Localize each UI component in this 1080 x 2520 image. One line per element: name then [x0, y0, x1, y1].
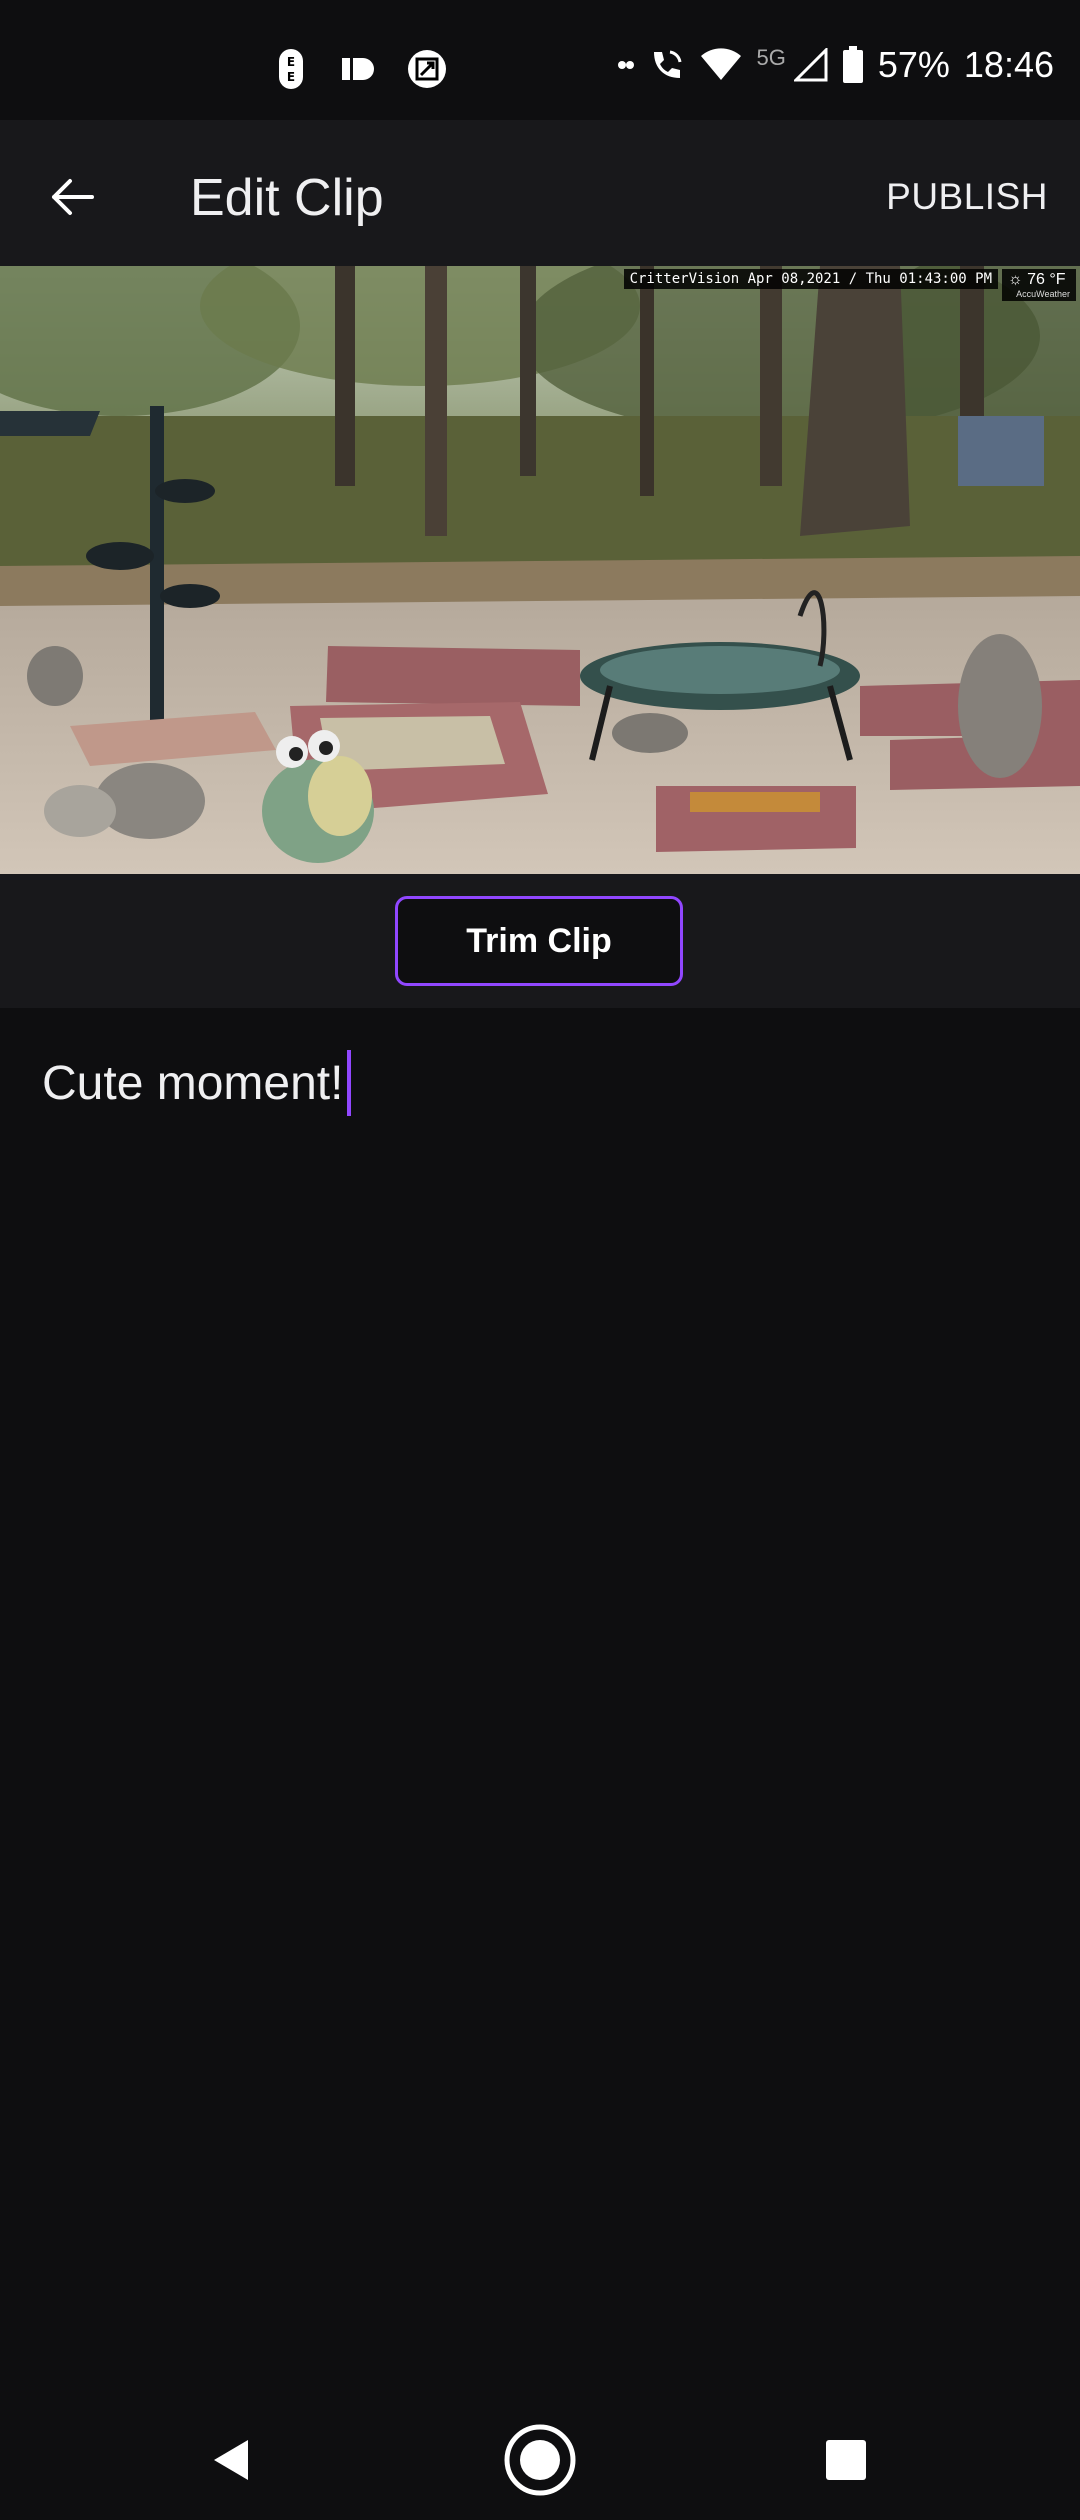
temperature-text: 76 °F [1027, 271, 1066, 288]
svg-text:E: E [287, 70, 295, 84]
home-circle-icon [504, 2424, 576, 2496]
nav-back-button[interactable] [192, 2422, 268, 2498]
wifi-icon [701, 48, 742, 80]
clip-title-input[interactable]: Cute moment! [42, 1050, 352, 1116]
battery-icon [842, 46, 863, 83]
camera-timestamp-overlay: CritterVision Apr 08,2021 / Thu 01:43:00… [623, 269, 998, 289]
clip-preview[interactable]: CritterVision Apr 08,2021 / Thu 01:43:00… [0, 266, 1080, 874]
dots-icon [618, 61, 635, 69]
publish-button[interactable]: PUBLISH [886, 176, 1048, 218]
clip-title-text: Cute moment! [42, 1056, 344, 1110]
clock: 18:46 [963, 44, 1054, 85]
wifi-call-icon [654, 50, 682, 78]
status-bar: EE 5G 57% 18:46 [0, 0, 1080, 120]
signal-icon [793, 48, 828, 82]
arrow-left-icon [52, 179, 94, 215]
ee-icon: EE [270, 48, 312, 90]
trim-section: Trim Clip [0, 874, 1080, 1008]
status-left-icons: EE [270, 48, 448, 90]
trim-clip-button[interactable]: Trim Clip [395, 896, 683, 986]
app-bar: Edit Clip PUBLISH [0, 120, 1080, 266]
text-cursor [347, 1050, 352, 1116]
status-right: 5G 57% 18:46 [618, 44, 1054, 86]
tag-icon [338, 48, 380, 90]
battery-percent: 57% [877, 44, 950, 85]
sun-icon: ☼ [1008, 271, 1023, 288]
nav-home-button[interactable] [502, 2422, 578, 2498]
network-type: 5G [756, 45, 786, 70]
triangle-back-icon [214, 2440, 248, 2480]
system-nav-bar [0, 2400, 1080, 2520]
nav-recents-button[interactable] [808, 2422, 884, 2498]
nfc-icon [406, 48, 448, 90]
clip-thumbnail-image [0, 266, 1080, 874]
weather-overlay: ☼ 76 °F AccuWeather [1002, 269, 1076, 301]
page-title: Edit Clip [190, 169, 384, 227]
square-recents-icon [826, 2440, 866, 2480]
weather-brand-text: AccuWeather [1016, 289, 1070, 299]
back-button[interactable] [40, 165, 104, 229]
svg-text:E: E [287, 55, 295, 69]
